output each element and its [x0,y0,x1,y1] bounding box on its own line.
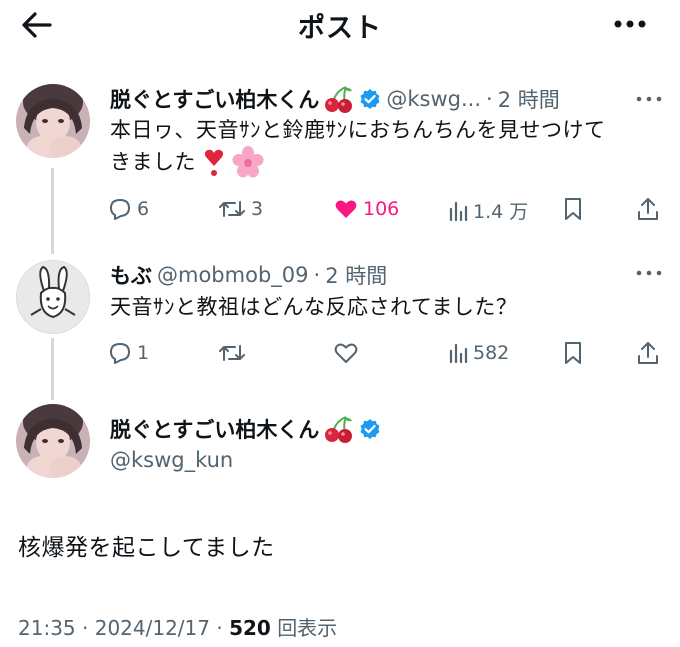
like-icon [335,200,357,218]
reply-count: 6 [137,198,150,220]
author-handle[interactable]: @kswg_kun [110,448,233,472]
post-time[interactable]: 2 時間 [325,260,387,290]
thread-line [51,168,54,254]
view-count: 520 [229,616,271,640]
reply-button[interactable]: 1 [108,341,149,365]
share-icon[interactable] [636,340,660,366]
separator-dot: · [216,616,230,640]
separator-dot: · [486,87,493,111]
share-icon[interactable] [636,196,660,222]
verified-badge-icon [360,419,380,439]
like-button[interactable] [334,341,363,365]
repost-button[interactable] [218,341,251,365]
repost-icon [219,345,245,361]
repost-button[interactable]: 3 [218,197,263,221]
view-count: 1.4 万 [473,201,529,223]
separator-dot: · [313,263,321,287]
tweet-more-icon[interactable] [634,266,664,280]
post-date[interactable]: 2024/12/17 [95,616,210,640]
views-button[interactable]: 582 [448,341,509,365]
avatar[interactable] [16,404,90,478]
like-count: 106 [363,198,400,220]
reply-icon [110,199,130,220]
more-icon[interactable] [612,12,648,36]
tweet-more-icon[interactable] [634,92,664,106]
verified-badge-icon [360,89,380,109]
views-icon [449,343,468,364]
avatar[interactable] [16,260,90,334]
like-icon [334,343,358,363]
repost-icon [219,201,245,217]
post-time[interactable]: 2 時間 [498,84,560,114]
separator-dot: · [82,616,95,640]
cherry-icon [325,86,353,113]
heart-emoji-icon [204,149,224,176]
reply-button[interactable]: 6 [108,197,149,221]
tweet-text-line: きました [110,150,196,174]
author-name[interactable]: 脱ぐとすごい柏木くん [110,84,319,114]
author-name[interactable]: 脱ぐとすごい柏木くん [110,414,319,444]
like-button[interactable]: 106 [334,197,399,221]
post-meta: 21:35 · 2024/12/17 · 520 回表示 [18,612,337,641]
repost-count: 3 [251,198,264,220]
flower-emoji-icon [232,146,264,178]
tweet-text: 天音ｻﾝと教祖はどんな反応されてました？ [110,295,518,319]
views-button[interactable]: 1.4 万 [448,197,528,224]
cherry-icon [325,416,353,443]
reply-icon [110,343,130,364]
tweet-text-line: 本日ヮ、天音ｻﾝと鈴鹿ｻﾝにおちんちんを見せつけて [110,118,606,142]
post-time[interactable]: 21:35 [18,616,76,640]
reply-count: 1 [137,342,150,364]
view-count: 582 [473,342,510,364]
page-title: ポスト [298,13,382,44]
avatar[interactable] [16,84,90,158]
bookmark-icon[interactable] [562,197,584,221]
post-text: 核爆発を起こしてました [18,535,275,561]
tweet-text: 本日ヮ、天音ｻﾝと鈴鹿ｻﾝにおちんちんを見せつけて きました [110,114,670,178]
bookmark-icon[interactable] [562,341,584,365]
views-label: 回表示 [277,616,338,640]
thread-line [51,338,54,400]
author-name[interactable]: もぶ [110,260,152,290]
author-handle[interactable]: @kswg... [386,87,481,111]
views-icon [449,201,468,221]
author-handle[interactable]: @mobmob_09 [157,263,309,287]
